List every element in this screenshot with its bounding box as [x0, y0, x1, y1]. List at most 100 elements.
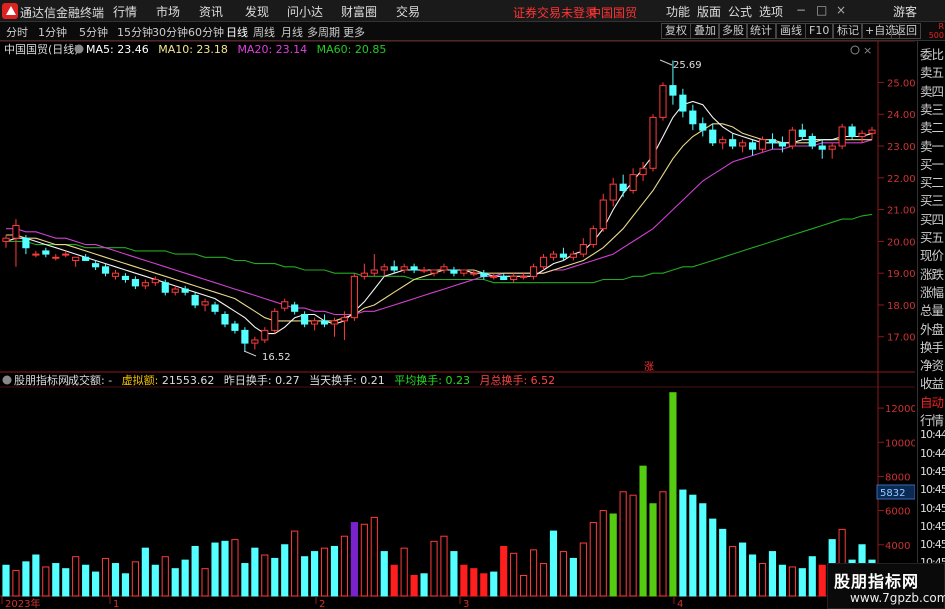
volume-bar — [231, 539, 239, 597]
title-stock-name: 中国国贸 — [589, 6, 638, 20]
minimize-button[interactable]: − — [796, 3, 806, 17]
volume-bar — [390, 564, 398, 597]
login-warning[interactable]: 证券交易未登录 — [513, 4, 597, 21]
side-item: 买五 — [920, 230, 944, 245]
volume-bar — [42, 566, 50, 597]
tool-adjust[interactable]: 复权 — [661, 23, 691, 39]
menu-quotes[interactable]: 行情 — [113, 3, 137, 20]
candle-body — [848, 126, 856, 137]
volume-bar — [221, 540, 229, 597]
volume-bar — [2, 564, 10, 597]
period-weekly[interactable]: 周线 — [253, 24, 275, 40]
volume-bar — [500, 545, 508, 597]
main-pane-close-icon[interactable]: × — [863, 44, 872, 57]
period-5min[interactable]: 5分钟 — [79, 24, 108, 40]
period-more[interactable]: 更多 — [343, 24, 365, 40]
volume-bar — [370, 516, 378, 597]
sub-pane-settings-icon[interactable] — [2, 375, 12, 385]
period-daily[interactable]: 日线 — [226, 24, 248, 40]
period-multi[interactable]: 多周期 — [307, 24, 340, 40]
candle-body — [709, 129, 717, 144]
date-tick-label: 1 — [113, 599, 119, 609]
menu-market[interactable]: 市场 — [156, 3, 180, 20]
period-60min[interactable]: 60分钟 — [188, 24, 224, 40]
toolbar-options[interactable]: 选项 — [759, 3, 783, 20]
candle-body — [340, 317, 349, 322]
price-tick-label: 22.00 — [887, 174, 915, 185]
period-30min[interactable]: 30分钟 — [152, 24, 188, 40]
volume-bar — [599, 510, 607, 597]
candle-body — [549, 253, 558, 258]
field-month-turnover: 月总换手: 6.52 — [479, 373, 555, 387]
app-name: 通达信金融终端 — [20, 6, 105, 20]
candle-body — [818, 145, 826, 150]
chart-area[interactable]: 25.00 24.00 23.00 22.00 21.00 20.00 19.00 18.00… — [0, 40, 917, 609]
tool-draw[interactable]: 画线 — [776, 23, 806, 39]
volume-bars — [2, 392, 876, 597]
period-tick[interactable]: 分时 — [6, 24, 28, 40]
side-item: 10:45 — [920, 538, 945, 552]
vol-tick-label: 12000 — [885, 404, 915, 415]
toolbar-layout[interactable]: 版面 — [697, 3, 721, 20]
watermark-badge: 股朋指标网 www.7gpzb.com — [827, 563, 945, 609]
volume-bar — [579, 542, 587, 597]
candle-body — [739, 142, 747, 147]
candle-body — [629, 174, 637, 192]
volume-bar — [689, 494, 697, 597]
candle-body — [729, 139, 737, 147]
side-item[interactable]: 行情 — [920, 410, 944, 429]
period-15min[interactable]: 15分钟 — [117, 24, 153, 40]
tool-mark[interactable]: 标记 — [833, 23, 863, 39]
kline-chart-svg[interactable]: 25.00 24.00 23.00 22.00 21.00 20.00 19.00 18.00… — [0, 40, 917, 609]
tool-overlay[interactable]: 叠加 — [690, 23, 720, 39]
candle-body — [669, 85, 677, 96]
menu-discover[interactable]: 发现 — [245, 3, 269, 20]
candle-body — [599, 199, 607, 230]
maximize-button[interactable]: □ — [816, 3, 827, 17]
volume-bar — [82, 564, 90, 597]
tool-stats[interactable]: 统计 — [746, 23, 776, 39]
volume-bar — [320, 547, 329, 597]
candle-body — [251, 339, 259, 344]
candle-body — [430, 269, 438, 274]
corner-n: 500 — [928, 31, 944, 40]
menu-wealth[interactable]: 财富圈 — [341, 3, 377, 20]
volume-bar — [669, 392, 677, 597]
toolbar-formula[interactable]: 公式 — [728, 3, 752, 20]
period-bar: 分时 1分钟 5分钟 15分钟 30分钟 60分钟 日线 周线 月线 多周期 更… — [0, 22, 945, 41]
ma10-label: MA10: 23.18 — [158, 43, 228, 56]
volume-bar — [22, 561, 30, 597]
toolbar-function[interactable]: 功能 — [666, 3, 690, 20]
volume-bar — [589, 522, 597, 597]
guest-label[interactable]: 游客 — [893, 3, 917, 20]
side-item: 现价 — [920, 248, 944, 264]
main-pane-zoom-icon[interactable] — [850, 45, 860, 55]
candle-body — [689, 110, 697, 125]
tool-multistock[interactable]: 多股 — [718, 23, 748, 39]
side-item[interactable]: 自动 — [920, 392, 944, 411]
candle-body — [539, 256, 548, 268]
volume-bar — [261, 554, 269, 597]
tool-f10[interactable]: F10 — [805, 23, 834, 39]
period-1min[interactable]: 1分钟 — [38, 24, 67, 40]
close-button[interactable]: × — [836, 3, 846, 17]
candle-body — [161, 282, 169, 293]
volume-bar — [460, 564, 468, 597]
side-item: 买二 — [920, 175, 944, 191]
side-item: 卖五 — [920, 65, 944, 81]
menu-news[interactable]: 资讯 — [199, 3, 223, 20]
volume-bar — [699, 503, 707, 597]
menu-ask[interactable]: 问小达 — [287, 3, 323, 20]
side-item: 买一 — [920, 156, 944, 172]
field-today-turnover: 当天换手: 0.21 — [309, 373, 385, 387]
candle-body — [529, 266, 538, 277]
period-monthly[interactable]: 月线 — [281, 24, 303, 40]
volume-bar — [659, 491, 667, 597]
volume-bar — [549, 530, 558, 597]
field-virtual-label: 虚拟额: — [122, 373, 162, 387]
candle-body — [52, 256, 60, 259]
volume-bar — [171, 568, 179, 597]
menu-trade[interactable]: 交易 — [396, 3, 420, 20]
main-pane-settings-icon[interactable] — [74, 44, 84, 54]
candle-body — [32, 253, 40, 256]
